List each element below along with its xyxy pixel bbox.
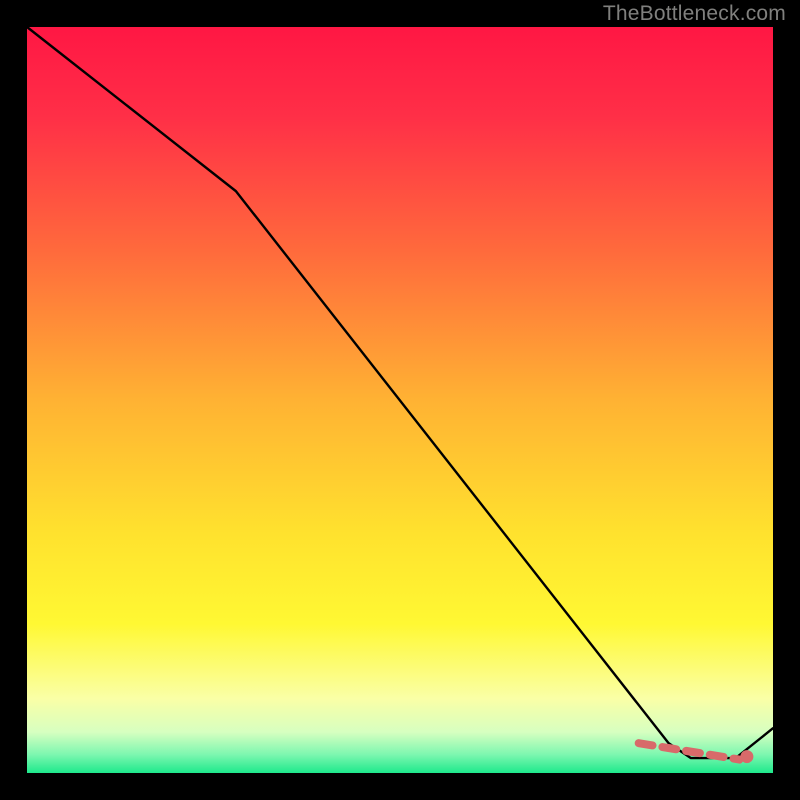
bottleneck-chart xyxy=(0,0,800,800)
chart-container: TheBottleneck.com xyxy=(0,0,800,800)
